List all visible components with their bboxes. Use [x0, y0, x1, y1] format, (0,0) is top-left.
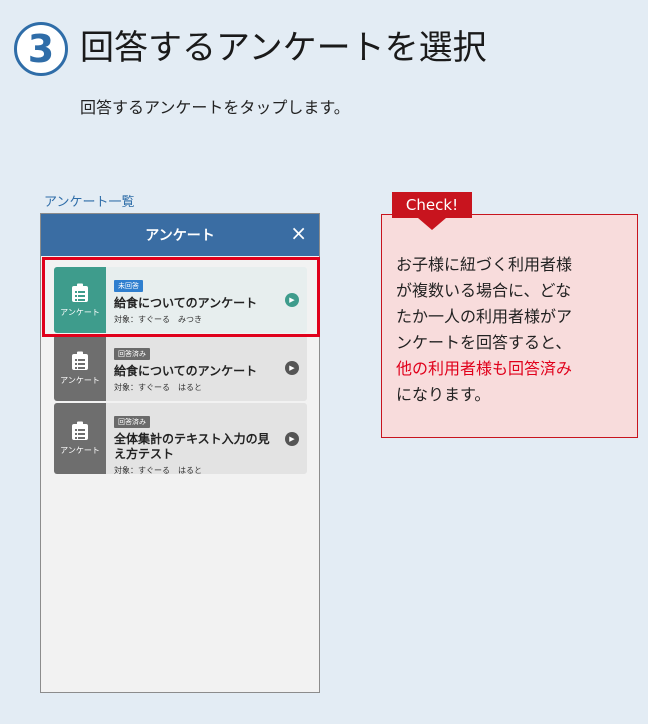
highlight-frame	[42, 257, 320, 337]
chevron-right-icon[interactable]: ▶	[285, 361, 299, 375]
status-badge: 回答済み	[114, 416, 150, 428]
survey-target: 対象：すぐーる はると	[114, 466, 202, 474]
survey-card-body: 回答済み 給食についてのアンケート 対象：すぐーる はると ▶	[106, 335, 307, 401]
survey-title: 給食についてのアンケート	[114, 364, 258, 378]
survey-icon-label: アンケート	[60, 375, 100, 385]
survey-card-body: 回答済み 全体集計のテキスト入力の見え方テスト 対象：すぐーる はると ▶	[106, 403, 307, 474]
survey-icon-block: アンケート	[54, 403, 106, 474]
close-icon[interactable]: ×	[290, 223, 307, 243]
check-note-text: お子様に紐づく利用者様 が複数いる場合に、どな たか一人の利用者様がア ンケート…	[396, 252, 628, 408]
step-number-badge: 3	[14, 22, 68, 76]
app-title: アンケート	[145, 228, 215, 244]
survey-icon-label: アンケート	[60, 446, 100, 455]
check-badge: Check!	[392, 192, 472, 218]
clipboard-icon	[72, 351, 88, 370]
chevron-right-icon[interactable]: ▶	[285, 431, 299, 446]
check-badge-pointer	[418, 218, 446, 230]
survey-target: 対象：すぐーる はると	[114, 383, 202, 392]
clipboard-icon	[72, 421, 88, 440]
list-caption: アンケート一覧	[44, 195, 135, 210]
status-badge: 回答済み	[114, 348, 150, 360]
survey-card[interactable]: アンケート 回答済み 給食についてのアンケート 対象：すぐーる はると ▶	[54, 335, 307, 401]
check-note-text-end: になります。	[396, 385, 491, 404]
survey-card[interactable]: アンケート 回答済み 全体集計のテキスト入力の見え方テスト 対象：すぐーる はる…	[54, 403, 307, 474]
check-note-text-emphasis: 他の利用者様も回答済み	[396, 359, 573, 378]
check-note-text-normal: お子様に紐づく利用者様 が複数いる場合に、どな たか一人の利用者様がア ンケート…	[396, 255, 573, 352]
survey-title: 全体集計のテキスト入力の見え方テスト	[114, 432, 270, 461]
page-title: 回答するアンケートを選択	[80, 28, 487, 68]
page-subtitle: 回答するアンケートをタップします。	[80, 98, 350, 117]
survey-icon-block: アンケート	[54, 335, 106, 401]
app-header: アンケート ×	[41, 214, 319, 256]
